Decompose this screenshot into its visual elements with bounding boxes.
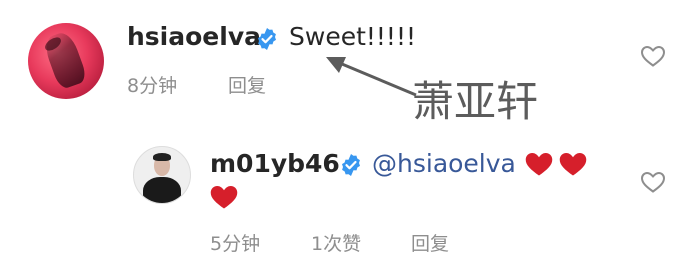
reply-likes-count[interactable]: 1次赞 bbox=[311, 229, 361, 256]
comment-username[interactable]: hsiaoelva bbox=[127, 22, 261, 51]
verified-badge-icon bbox=[342, 154, 360, 176]
avatar-m01yb46[interactable] bbox=[133, 146, 191, 204]
heart-outline-icon[interactable] bbox=[640, 170, 666, 194]
annotation-label: 萧亚轩 bbox=[412, 77, 539, 126]
avatar-hsiaoelva[interactable] bbox=[28, 23, 104, 99]
comment-reply-button[interactable]: 回复 bbox=[228, 71, 266, 98]
reply-mention-link[interactable]: @hsiaoelva bbox=[372, 149, 516, 178]
heart-emoji-icon bbox=[210, 186, 238, 209]
comment-text: Sweet!!!!! bbox=[289, 22, 416, 51]
reply-time: 5分钟 bbox=[210, 233, 261, 255]
heart-outline-icon[interactable] bbox=[640, 44, 666, 68]
reply-reply-button[interactable]: 回复 bbox=[411, 229, 449, 256]
reply-username[interactable]: m01yb46 bbox=[210, 149, 340, 178]
verified-badge-icon bbox=[258, 28, 276, 50]
arrow-icon bbox=[326, 57, 417, 97]
heart-emoji-icon bbox=[559, 153, 587, 176]
comment-time: 8分钟 bbox=[127, 75, 178, 97]
heart-emoji-icon bbox=[525, 153, 553, 176]
